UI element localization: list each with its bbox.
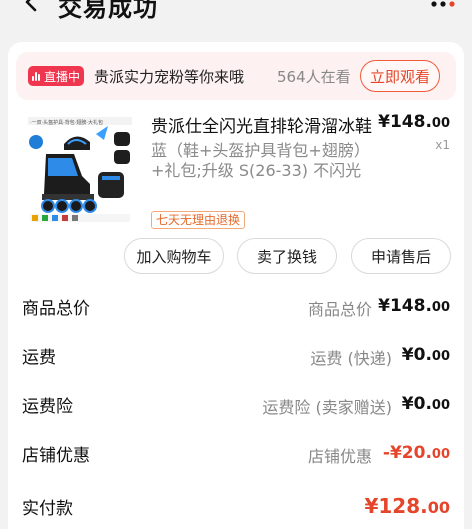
summary-value-total-paid-cents: 00 [427,498,450,517]
product-title[interactable]: 贵派仕全闪光直排轮滑溜冰鞋 [151,112,373,137]
product-quantity: x1 [435,138,450,152]
live-badge: 直播中 [28,66,84,86]
summary-value-store-discount-cents: 00 [431,447,450,462]
summary-value-subtotal-cents: 00 [431,300,450,315]
live-viewer-count: 564人在看 [277,68,351,86]
summary-label-total-paid: 实付款 [22,499,73,519]
summary-desc-shipping-insurance: 运费险 (卖家赠送) [262,398,392,417]
summary-value-shipping-insurance-cents: 00 [431,398,450,413]
summary-desc-store-discount: 店铺优惠 [307,447,372,466]
summary-label-store-discount: 店铺优惠 [22,446,90,466]
after-sale-button[interactable]: 申请售后 [351,238,451,274]
summary-value-store-discount: -¥20.00 [383,443,450,463]
top-bar: 交易成功 [0,0,472,40]
more-dots-icon[interactable] [428,0,458,12]
live-badge-label: 直播中 [43,69,80,84]
add-to-cart-button[interactable]: 加入购物车 [124,238,224,274]
watch-now-button[interactable]: 立即观看 [360,60,440,92]
svg-text:·一双·头盔护具·背包·翅膀·大礼包: ·一双·头盔护具·背包·翅膀·大礼包 [30,119,103,126]
summary-desc-shipping: 运费 (快递) [310,349,392,368]
summary-value-total-paid: ¥128.00 [364,494,450,518]
page-title: 交易成功 [58,0,158,22]
summary-value-shipping-insurance-main: ¥0. [401,394,432,414]
summary-label-shipping: 运费 [22,348,56,368]
return-policy-tag: 七天无理由退换 [151,211,246,229]
summary-value-subtotal-main: ¥148. [378,296,432,316]
summary-value-subtotal: ¥148.00 [378,296,450,316]
product-price-cents: 00 [431,116,450,131]
chevron-left-icon[interactable] [18,0,46,16]
product-spec: 蓝（鞋+头盔护具背包+翅膀）+礼包;升级 S(26-33) 不闪光 [151,141,370,180]
summary-label-shipping-insurance: 运费险 [22,397,73,417]
live-bars-icon [31,71,40,81]
summary-value-shipping-main: ¥0. [401,345,432,365]
summary-desc-subtotal: 商品总价 [307,300,372,319]
summary-value-store-discount-main: -¥20. [382,443,432,463]
resell-button[interactable]: 卖了换钱 [237,238,337,274]
summary-label-subtotal: 商品总价 [22,299,90,319]
summary-value-shipping-insurance: ¥0.00 [402,394,450,414]
live-stream-text: 贵派实力宠粉等你来哦 [94,68,245,86]
product-image[interactable]: ·一双·头盔护具·背包·翅膀·大礼包 [24,114,136,226]
summary-value-shipping: ¥0.00 [402,345,450,365]
summary-value-shipping-cents: 00 [431,349,450,364]
product-price: ¥148.00 [378,112,450,132]
summary-value-total-paid-main: ¥128. [364,494,428,518]
product-price-main: ¥148. [378,112,432,132]
